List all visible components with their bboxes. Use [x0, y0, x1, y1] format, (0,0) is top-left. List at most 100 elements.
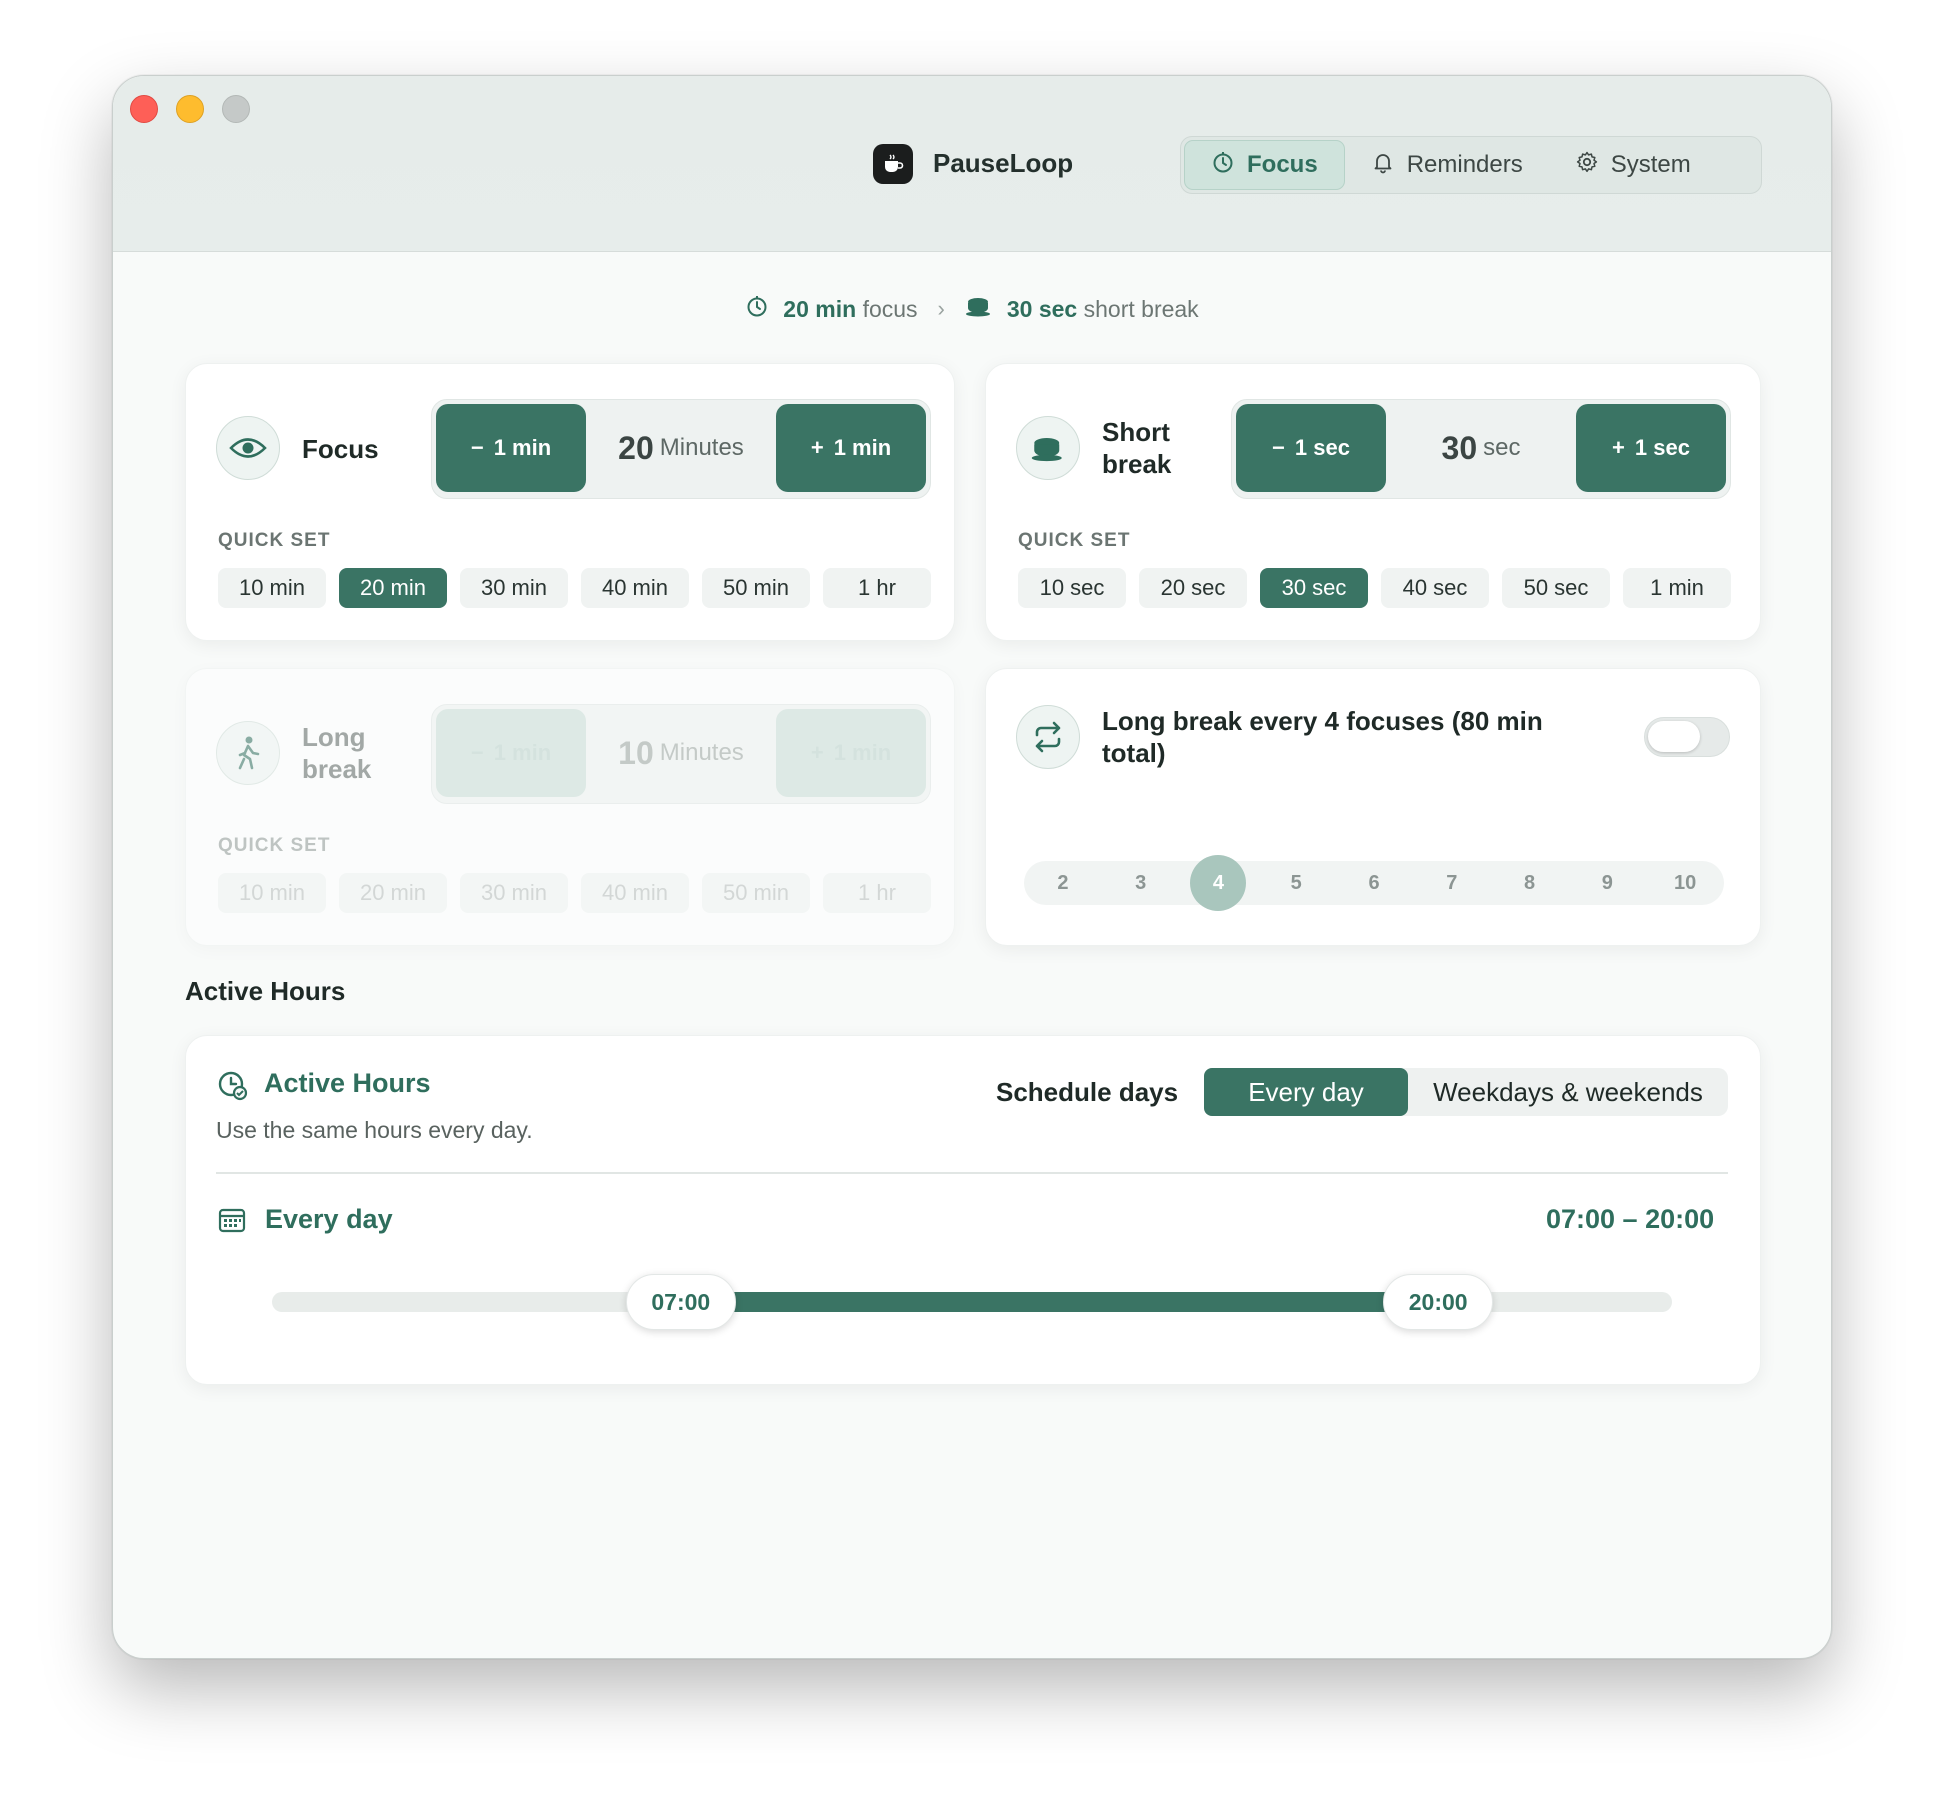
- short-break-chip[interactable]: 1 min: [1623, 568, 1731, 608]
- plus-icon: +: [1612, 435, 1625, 460]
- every-day-row-label: Every day: [265, 1204, 393, 1234]
- short-break-decrement-button[interactable]: − 1 sec: [1236, 404, 1386, 492]
- long-break-quick-set-chips: 10 min 20 min 30 min 40 min 50 min 1 hr: [218, 873, 931, 913]
- long-break-increment-label: 1 min: [833, 740, 892, 765]
- long-break-chip[interactable]: 20 min: [339, 873, 447, 913]
- summary-break-text: short break: [1083, 295, 1199, 322]
- short-break-title: Short break: [1102, 416, 1171, 480]
- long-break-title: Long break: [302, 721, 371, 785]
- short-break-chip[interactable]: 50 sec: [1502, 568, 1610, 608]
- coffee-cup-icon: [965, 294, 993, 324]
- minimize-window-button[interactable]: [176, 95, 204, 123]
- long-break-duration-unit: Minutes: [659, 739, 744, 766]
- focus-chip[interactable]: 40 min: [581, 568, 689, 608]
- short-break-stepper: − 1 sec 30 sec + 1 sec: [1231, 399, 1731, 499]
- coffee-cup-icon: [1016, 416, 1080, 480]
- long-break-decrement-label: 1 min: [493, 740, 552, 765]
- focus-chip-selected[interactable]: 20 min: [339, 568, 447, 608]
- long-break-chip[interactable]: 30 min: [460, 873, 568, 913]
- focus-duration-number: 20: [618, 429, 654, 466]
- short-break-title-line2: break: [1102, 449, 1172, 479]
- focus-chip[interactable]: 10 min: [218, 568, 326, 608]
- end-time-thumb[interactable]: 20:00: [1383, 1274, 1494, 1330]
- minus-icon: −: [1272, 435, 1285, 460]
- active-hours-card-title: Active Hours: [264, 1068, 431, 1098]
- main-nav: Focus Reminders System: [1180, 136, 1762, 194]
- title-bar: PauseLoop Focus Reminders System: [113, 76, 1831, 252]
- long-break-decrement-button[interactable]: − 1 min: [436, 709, 586, 797]
- close-window-button[interactable]: [130, 95, 158, 123]
- short-break-decrement-label: 1 sec: [1294, 435, 1350, 460]
- short-break-duration-number: 30: [1441, 429, 1478, 466]
- short-break-title-line1: Short: [1102, 417, 1170, 447]
- tab-reminders-label: Reminders: [1406, 151, 1523, 178]
- short-break-card: Short break − 1 sec 30 sec + 1 sec QUICK…: [985, 363, 1761, 641]
- focus-title: Focus: [302, 434, 379, 464]
- long-break-every-title-line2: total): [1102, 738, 1166, 768]
- long-break-duration-value: 10 Minutes: [586, 705, 776, 801]
- tab-system[interactable]: System: [1549, 140, 1717, 190]
- schedule-option-every-day[interactable]: Every day: [1204, 1068, 1408, 1116]
- schedule-option-weekdays-weekends[interactable]: Weekdays & weekends: [1408, 1068, 1728, 1116]
- focus-quick-set-label: QUICK SET: [218, 530, 331, 551]
- minus-icon: −: [470, 435, 484, 460]
- active-hours-section-title: Active Hours: [185, 976, 346, 1006]
- focus-count-option[interactable]: 9: [1568, 861, 1646, 905]
- focus-count-option[interactable]: 5: [1257, 861, 1335, 905]
- app-name: PauseLoop: [933, 148, 1074, 178]
- short-break-duration-unit: sec: [1483, 434, 1521, 461]
- tab-reminders[interactable]: Reminders: [1345, 140, 1549, 190]
- focus-count-option[interactable]: 2: [1024, 861, 1102, 905]
- long-break-quick-set-label: QUICK SET: [218, 835, 331, 856]
- schedule-days-label: Schedule days: [996, 1077, 1179, 1107]
- repeat-icon: [1016, 705, 1080, 769]
- summary-break-value: 30 sec: [1006, 295, 1078, 322]
- gear-icon: [1575, 150, 1599, 181]
- focus-increment-button[interactable]: + 1 min: [776, 404, 926, 492]
- focus-count-option[interactable]: 10: [1646, 861, 1724, 905]
- plus-icon: +: [810, 435, 824, 460]
- long-break-chip[interactable]: 1 hr: [823, 873, 931, 913]
- focus-stepper: − 1 min 20 Minutes + 1 min: [431, 399, 931, 499]
- focus-count-selector: 2 3 4 5 6 7 8 9 10: [1024, 855, 1724, 911]
- start-time-thumb[interactable]: 07:00: [625, 1274, 736, 1330]
- coffee-cup-logo-icon: [873, 144, 913, 184]
- calendar-icon: [218, 1206, 246, 1239]
- focus-chip[interactable]: 50 min: [702, 568, 810, 608]
- short-break-duration-value: 30 sec: [1386, 400, 1576, 496]
- focus-count-option[interactable]: 6: [1335, 861, 1413, 905]
- focus-chip[interactable]: 1 hr: [823, 568, 931, 608]
- summary-focus-value: 20 min: [783, 295, 857, 322]
- short-break-increment-button[interactable]: + 1 sec: [1576, 404, 1726, 492]
- bell-icon: [1371, 150, 1395, 181]
- long-break-stepper: − 1 min 10 Minutes + 1 min: [431, 704, 931, 804]
- long-break-chip[interactable]: 10 min: [218, 873, 326, 913]
- focus-duration-unit: Minutes: [659, 434, 744, 461]
- short-break-increment-label: 1 sec: [1634, 435, 1690, 460]
- long-break-chip[interactable]: 40 min: [581, 873, 689, 913]
- zoom-window-button[interactable]: [222, 95, 250, 123]
- focus-count-option[interactable]: 7: [1413, 861, 1491, 905]
- clock-check-icon: [217, 1070, 249, 1107]
- long-break-chip[interactable]: 50 min: [702, 873, 810, 913]
- short-break-chip[interactable]: 40 sec: [1381, 568, 1489, 608]
- short-break-chip[interactable]: 10 sec: [1018, 568, 1126, 608]
- long-break-every-title: Long break every 4 focuses (80 min total…: [1102, 705, 1543, 769]
- focus-count-option[interactable]: 3: [1102, 861, 1180, 905]
- app-window: PauseLoop Focus Reminders System 20 min …: [112, 75, 1832, 1659]
- minus-icon: −: [470, 740, 484, 765]
- focus-increment-label: 1 min: [833, 435, 892, 460]
- focus-count-option[interactable]: 8: [1491, 861, 1569, 905]
- long-break-increment-button[interactable]: + 1 min: [776, 709, 926, 797]
- focus-decrement-button[interactable]: − 1 min: [436, 404, 586, 492]
- short-break-chip[interactable]: 20 sec: [1139, 568, 1247, 608]
- focus-chip[interactable]: 30 min: [460, 568, 568, 608]
- short-break-chip-selected[interactable]: 30 sec: [1260, 568, 1368, 608]
- long-break-toggle[interactable]: [1644, 717, 1730, 757]
- tab-focus[interactable]: Focus: [1184, 140, 1345, 190]
- focus-count-option-selected[interactable]: 4: [1180, 855, 1258, 911]
- active-hours-subtitle: Use the same hours every day.: [216, 1117, 533, 1143]
- long-break-card: Long break − 1 min 10 Minutes + 1 min QU…: [185, 668, 955, 946]
- summary-focus-text: focus: [862, 295, 918, 322]
- focus-card: Focus − 1 min 20 Minutes + 1 min QUICK S…: [185, 363, 955, 641]
